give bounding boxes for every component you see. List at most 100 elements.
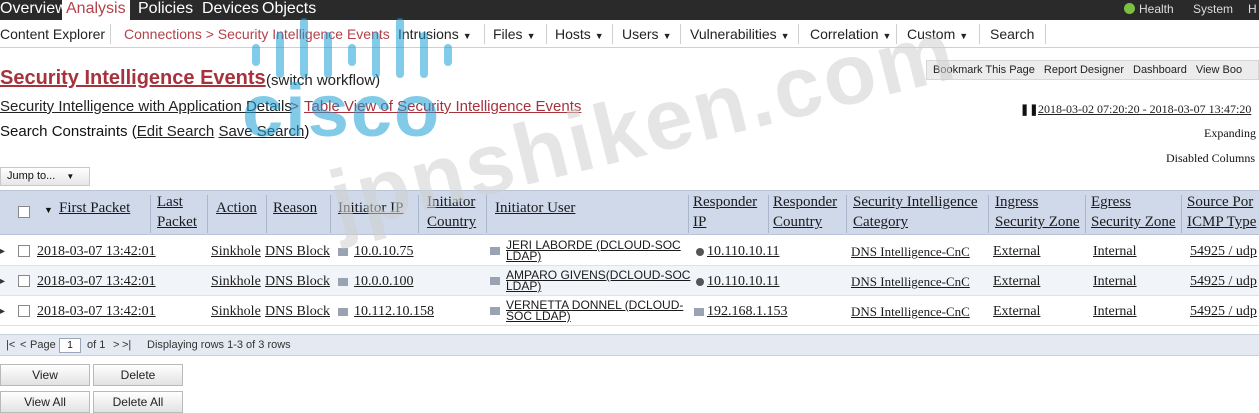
cell-initiator-user[interactable]: VERNETTA DONNEL (DCLOUD- SOC LDAP): [506, 299, 683, 322]
save-search-link[interactable]: Save Search: [218, 123, 304, 140]
cell-first-packet[interactable]: 2018-03-07 13:42:01: [37, 244, 156, 260]
col-responder-ip[interactable]: Responder IP: [693, 192, 757, 232]
cell-reason[interactable]: DNS Block: [265, 304, 330, 320]
cell-first-packet[interactable]: 2018-03-07 13:42:01: [37, 274, 156, 290]
col-last-packet[interactable]: Last Packet: [157, 192, 197, 232]
col-si-category[interactable]: Security Intelligence Category: [853, 192, 978, 232]
subnav-hosts[interactable]: Hosts ▼: [555, 26, 604, 42]
disabled-columns-link[interactable]: Disabled Columns: [1166, 151, 1255, 166]
cell-source-port[interactable]: 54925 / udp: [1190, 274, 1257, 290]
switch-workflow-link[interactable]: (switch workflow): [266, 72, 380, 89]
subnav-content-explorer[interactable]: Content Explorer: [0, 26, 105, 42]
subnav-custom[interactable]: Custom ▼: [907, 26, 968, 42]
page-title[interactable]: Security Intelligence Events: [0, 67, 266, 90]
col-last-packet-line2: Packet: [157, 214, 197, 230]
prev-page-button[interactable]: <: [20, 339, 26, 351]
expanding-link[interactable]: Expanding: [1204, 126, 1256, 141]
nav-devices[interactable]: Devices: [202, 0, 259, 20]
breadcrumb-table-view[interactable]: Table View of Security Intelligence Even…: [304, 98, 581, 115]
pause-icon[interactable]: ❚❚: [1020, 103, 1038, 116]
col-ingress-zone-line2: Security Zone: [995, 214, 1080, 230]
system-link[interactable]: System: [1193, 2, 1233, 16]
next-page-button[interactable]: >: [113, 339, 119, 351]
col-egress-zone[interactable]: Egress Security Zone: [1091, 192, 1176, 232]
cell-ingress-zone[interactable]: External: [993, 244, 1040, 260]
host-icon: [338, 248, 348, 256]
cell-egress-zone[interactable]: Internal: [1093, 244, 1137, 260]
subnav-vulnerabilities[interactable]: Vulnerabilities ▼: [690, 26, 790, 42]
cell-responder-ip[interactable]: 192.168.1.153: [707, 304, 788, 320]
cell-initiator-ip[interactable]: 10.0.0.100: [354, 274, 414, 290]
drill-down-arrow-icon[interactable]: ▸: [0, 276, 5, 287]
nav-objects[interactable]: Objects: [262, 0, 316, 20]
subnav-files[interactable]: Files ▼: [493, 26, 535, 42]
time-range-link[interactable]: 2018-03-02 07:20:20 - 2018-03-07 13:47:2…: [1038, 102, 1251, 117]
nav-policies[interactable]: Policies: [138, 0, 193, 20]
cell-source-port[interactable]: 54925 / udp: [1190, 304, 1257, 320]
cell-action[interactable]: Sinkhole: [211, 274, 261, 290]
select-all-checkbox[interactable]: [18, 206, 30, 218]
cell-action[interactable]: Sinkhole: [211, 244, 261, 260]
cell-reason[interactable]: DNS Block: [265, 244, 330, 260]
col-ingress-zone[interactable]: Ingress Security Zone: [995, 192, 1080, 232]
subnav-divider: [798, 24, 799, 44]
subnav-correlation[interactable]: Correlation ▼: [810, 26, 891, 42]
view-bookmarks-link[interactable]: View Boo: [1190, 61, 1245, 76]
cell-responder-ip[interactable]: 10.110.10.11: [707, 274, 779, 290]
cell-initiator-user[interactable]: AMPARO GIVENS(DCLOUD-SOC LDAP): [506, 269, 690, 292]
subnav-search[interactable]: Search: [990, 26, 1034, 42]
jump-to-dropdown[interactable]: Jump to... ▼: [0, 167, 90, 186]
report-designer-link[interactable]: Report Designer: [1038, 61, 1127, 76]
subnav-intrusions[interactable]: Intrusions ▼: [398, 26, 472, 42]
row-checkbox[interactable]: [18, 305, 30, 317]
cell-action[interactable]: Sinkhole: [211, 304, 261, 320]
view-all-button[interactable]: View All: [0, 391, 90, 413]
cell-ingress-zone[interactable]: External: [993, 304, 1040, 320]
col-initiator-user[interactable]: Initiator User: [495, 198, 575, 218]
breadcrumb-workflow[interactable]: Security Intelligence with Application D…: [0, 98, 292, 115]
cell-ingress-zone[interactable]: External: [993, 274, 1040, 290]
cell-si-category[interactable]: DNS Intelligence-CnC: [851, 274, 970, 290]
drill-down-arrow-icon[interactable]: ▸: [0, 306, 5, 317]
column-divider: [418, 195, 419, 233]
delete-button[interactable]: Delete: [93, 364, 183, 386]
col-source-port[interactable]: Source Por ICMP Type: [1187, 192, 1256, 232]
last-page-button[interactable]: >|: [122, 339, 131, 351]
cell-initiator-user[interactable]: JERI LABORDE (DCLOUD-SOC LDAP): [506, 239, 681, 263]
cell-responder-ip[interactable]: 10.110.10.11: [707, 244, 779, 260]
cell-first-packet[interactable]: 2018-03-07 13:42:01: [37, 304, 156, 320]
table-row: ▸ 2018-03-07 13:42:01 Sinkhole DNS Block…: [0, 296, 1259, 326]
cell-si-category[interactable]: DNS Intelligence-CnC: [851, 304, 970, 320]
cell-egress-zone[interactable]: Internal: [1093, 274, 1137, 290]
drill-down-arrow-icon[interactable]: ▸: [0, 246, 5, 257]
col-first-packet[interactable]: First Packet: [59, 198, 130, 218]
subnav-connections[interactable]: Connections > Security Intelligence Even…: [124, 26, 390, 42]
cell-initiator-ip[interactable]: 10.112.10.158: [354, 304, 434, 320]
cell-initiator-ip[interactable]: 10.0.10.75: [354, 244, 414, 260]
dashboard-link[interactable]: Dashboard: [1127, 61, 1190, 76]
initiator-user-line2: LDAP): [506, 249, 542, 263]
nav-overview[interactable]: Overview: [0, 0, 67, 20]
cell-egress-zone[interactable]: Internal: [1093, 304, 1137, 320]
edit-search-link[interactable]: Edit Search: [137, 123, 215, 140]
view-button[interactable]: View: [0, 364, 90, 386]
row-checkbox[interactable]: [18, 275, 30, 287]
row-checkbox[interactable]: [18, 245, 30, 257]
delete-all-button[interactable]: Delete All: [93, 391, 183, 413]
nav-analysis[interactable]: Analysis: [62, 0, 130, 20]
cell-source-port[interactable]: 54925 / udp: [1190, 244, 1257, 260]
cell-si-category[interactable]: DNS Intelligence-CnC: [851, 244, 970, 260]
col-responder-country[interactable]: Responder Country: [773, 192, 837, 232]
col-reason[interactable]: Reason: [273, 198, 317, 218]
col-action[interactable]: Action: [216, 198, 257, 218]
col-initiator-ip[interactable]: Initiator IP: [338, 198, 403, 218]
help-link[interactable]: H: [1248, 2, 1257, 16]
bookmark-page-link[interactable]: Bookmark This Page: [927, 61, 1038, 76]
first-page-button[interactable]: |<: [6, 339, 15, 351]
health-link[interactable]: Health: [1124, 2, 1174, 16]
col-si-category-line2: Category: [853, 214, 908, 230]
subnav-users[interactable]: Users ▼: [622, 26, 671, 42]
page-number-input[interactable]: 1: [59, 338, 81, 353]
col-initiator-country[interactable]: Initiator Country: [427, 192, 476, 232]
cell-reason[interactable]: DNS Block: [265, 274, 330, 290]
